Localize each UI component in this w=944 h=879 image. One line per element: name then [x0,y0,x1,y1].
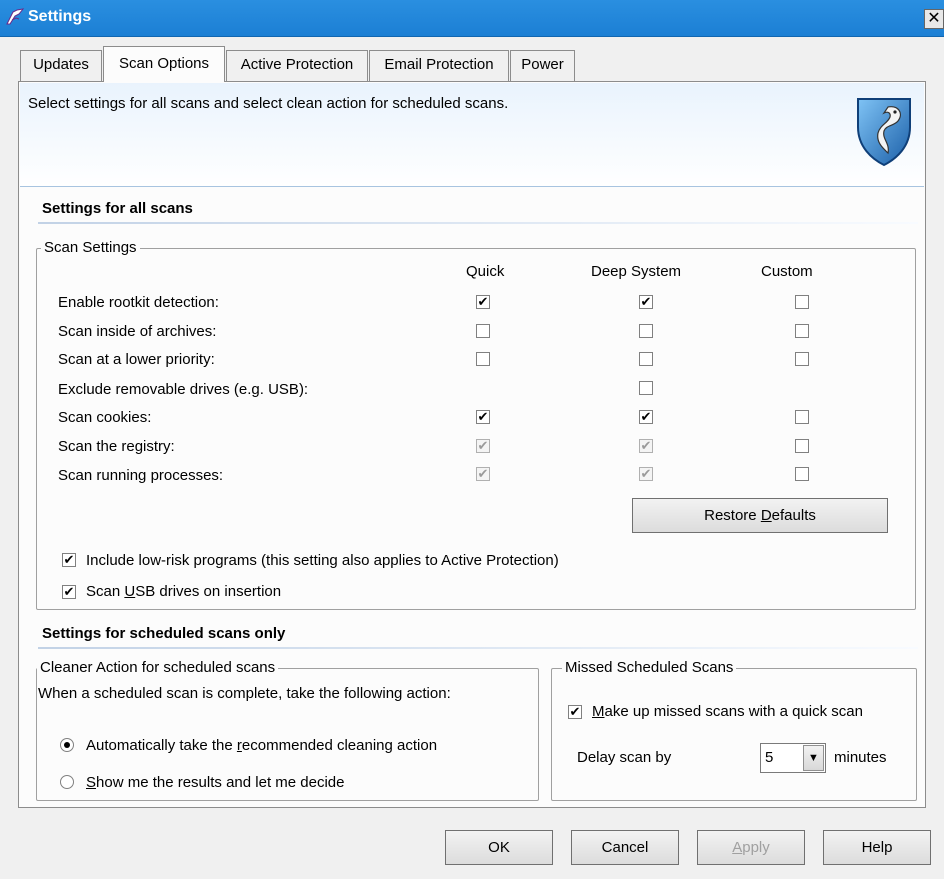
tab-label: Scan Options [118,55,210,72]
restore-defaults-button[interactable]: Restore Defaults [632,498,888,533]
cancel-button[interactable]: Cancel [571,830,679,865]
cookies-quick-checkbox[interactable]: ✔ [476,410,490,424]
show-results-label: Show me the results and let me decide [86,774,345,791]
radio-selected-dot [64,742,70,748]
help-button[interactable]: Help [823,830,931,865]
include-low-risk-checkbox[interactable]: ✔ [62,553,76,567]
missed-scans-group: Missed Scheduled Scans [551,659,917,801]
row-label-rootkit: Enable rootkit detection: [58,294,219,311]
processes-deep-checkbox: ✔ [639,466,653,481]
app-icon [6,8,25,25]
cleaner-action-legend: Cleaner Action for scheduled scans [37,659,279,676]
column-deep-system: Deep System [591,263,682,280]
tab-power[interactable]: Power [510,50,575,81]
tab-label: Power [521,56,564,73]
archives-quick-checkbox[interactable] [476,324,490,338]
exclude-removable-deep-checkbox[interactable] [639,381,653,395]
all-scans-heading: Settings for all scans [42,200,193,217]
column-quick: Quick [466,263,505,280]
scan-usb-label: Scan USB drives on insertion [86,583,282,600]
include-low-risk-label: Include low-risk programs (this setting … [86,552,559,569]
row-label-lower-priority: Scan at a lower priority: [58,351,215,368]
tab-active-protection[interactable]: Active Protection [226,50,368,81]
tab-label: Updates [33,56,89,73]
delay-minutes-value: 5 [765,749,774,766]
scheduled-scans-divider [38,647,918,649]
registry-deep-checkbox: ✔ [639,438,653,453]
window-title: Settings [28,8,92,25]
lower-priority-quick-checkbox[interactable] [476,352,490,366]
row-label-processes: Scan running processes: [58,467,224,484]
tab-email-protection[interactable]: Email Protection [369,50,509,81]
title-bar: Settings ✕ [0,0,944,37]
auto-clean-radio[interactable] [60,738,74,752]
scan-usb-checkbox[interactable]: ✔ [62,585,76,599]
makeup-missed-scans-checkbox[interactable]: ✔ [568,705,582,719]
cookies-deep-checkbox[interactable]: ✔ [639,410,653,424]
close-button[interactable]: ✕ [924,9,944,29]
apply-button: Apply [697,830,805,865]
tab-scan-options[interactable]: Scan Options [103,46,225,82]
lower-priority-deep-checkbox[interactable] [639,352,653,366]
scan-settings-legend: Scan Settings [41,239,140,256]
viper-shield-logo [857,98,911,167]
auto-clean-label: Automatically take the recommended clean… [86,737,438,754]
ok-button[interactable]: OK [445,830,553,865]
row-label-exclude-removable: Exclude removable drives (e.g. USB): [58,381,309,398]
cleaner-action-intro: When a scheduled scan is complete, take … [38,685,451,702]
tab-updates[interactable]: Updates [20,50,102,81]
all-scans-divider [38,222,918,224]
close-icon: ✕ [927,10,941,27]
missed-scans-legend: Missed Scheduled Scans [562,659,737,676]
row-label-registry: Scan the registry: [58,438,175,455]
processes-custom-checkbox[interactable] [795,467,809,481]
delay-scan-label: Delay scan by [577,749,672,766]
registry-custom-checkbox[interactable] [795,439,809,453]
row-label-archives: Scan inside of archives: [58,323,217,340]
archives-deep-checkbox[interactable] [639,324,653,338]
chevron-down-icon[interactable]: ▼ [803,745,824,771]
show-results-radio[interactable] [60,775,74,789]
tab-label: Email Protection [384,56,494,73]
registry-quick-checkbox: ✔ [476,438,490,453]
row-label-cookies: Scan cookies: [58,409,152,426]
archives-custom-checkbox[interactable] [795,324,809,338]
delay-minutes-select[interactable]: 5 ▼ [760,743,826,773]
processes-quick-checkbox: ✔ [476,466,490,481]
makeup-missed-scans-label: Make up missed scans with a quick scan [592,703,863,720]
scheduled-scans-heading: Settings for scheduled scans only [42,625,286,642]
rootkit-custom-checkbox[interactable] [795,295,809,309]
header-band: Select settings for all scans and select… [20,83,924,187]
rootkit-quick-checkbox[interactable]: ✔ [476,295,490,309]
column-custom: Custom [761,263,813,280]
rootkit-deep-checkbox[interactable]: ✔ [639,295,653,309]
header-description: Select settings for all scans and select… [28,95,509,112]
tab-label: Active Protection [240,56,354,73]
delay-unit-label: minutes [834,749,887,766]
cookies-custom-checkbox[interactable] [795,410,809,424]
lower-priority-custom-checkbox[interactable] [795,352,809,366]
